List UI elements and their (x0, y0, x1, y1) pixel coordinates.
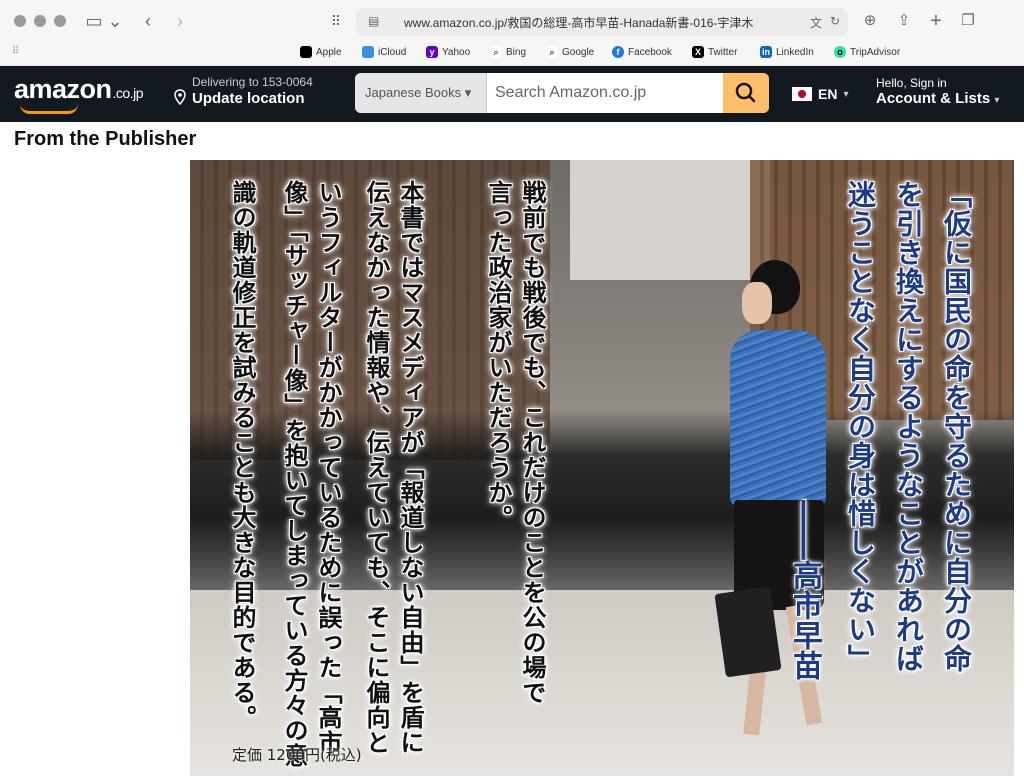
url-text[interactable]: www.amazon.co.jp/救国の総理-高市早苗-Hanada新書-016… (404, 14, 754, 31)
body-column-5: いうフィルターがかかっているために誤った「高市 (314, 180, 342, 755)
back-icon[interactable]: ‹ (138, 9, 158, 33)
bookmark-icloud[interactable]: iCloud (362, 46, 406, 58)
share-icon[interactable]: ⇪ (894, 9, 914, 33)
minimize-window-icon[interactable] (34, 15, 46, 27)
cloud-icon (362, 46, 374, 58)
tab-overview-icon[interactable]: ⠿ (326, 9, 346, 33)
apple-icon (300, 46, 312, 58)
search-button[interactable] (723, 73, 769, 113)
zoom-window-icon[interactable] (54, 15, 66, 27)
bookmark-facebook[interactable]: f Facebook (612, 46, 672, 58)
bookmark-tripadvisor[interactable]: o TripAdvisor (834, 46, 900, 58)
bookmark-yahoo[interactable]: y Yahoo (426, 46, 470, 58)
linkedin-icon: in (760, 46, 772, 58)
search-input[interactable] (487, 73, 723, 113)
search-category-select[interactable]: Japanese Books ▾ (355, 73, 487, 113)
body-column-1: 戦前でも戦後でも、これだけのことを公の場で (518, 180, 546, 705)
bookmark-linkedin[interactable]: in LinkedIn (760, 46, 814, 58)
section-title: From the Publisher (14, 128, 197, 150)
amazon-nav-bar: amazon.co.jp Delivering to 153-0064 Upda… (0, 66, 1024, 122)
quote-author: ――高市早苗 (787, 500, 822, 680)
page-menu-icon[interactable]: ▤ (368, 14, 379, 28)
location-pin-icon (174, 89, 186, 105)
bookmark-google[interactable]: ⌕ Google (546, 46, 594, 58)
body-column-2: 言った政治家がいただろうか。 (484, 180, 512, 530)
window-controls[interactable] (14, 15, 66, 27)
quote-column-1: 「仮に国民の命を守るために自分の命 (940, 180, 973, 673)
reload-icon[interactable]: ↻ (830, 14, 840, 28)
sidebar-toggle-icon[interactable]: ▭ ⌄ (84, 9, 124, 33)
address-bar[interactable]: ▤ www.amazon.co.jp/救国の総理-高市早苗-Hanada新書-0… (356, 8, 848, 36)
amazon-logo[interactable]: amazon.co.jp (14, 74, 144, 105)
price-label: 定価 1200円(税込) (232, 746, 362, 764)
bookmark-apple[interactable]: Apple (300, 46, 342, 58)
bookmarks-bar: ⠿ Apple iCloud y Yahoo ⌕ Bing ⌕ Google f Fac… (0, 44, 1024, 64)
language-selector[interactable]: EN ▾ (792, 86, 848, 102)
japan-flag-icon (792, 87, 812, 101)
bookmark-bing[interactable]: ⌕ Bing (490, 46, 526, 58)
account-lists-menu[interactable]: Hello, Sign in Account & Lists ▾ (876, 76, 999, 107)
search-icon: ⌕ (546, 46, 558, 58)
search-icon (735, 82, 756, 103)
yahoo-icon: y (426, 46, 438, 58)
body-column-6: 像」「サッチャー像」を抱いてしまっている方々の意 (280, 180, 308, 768)
caret-down-icon: ▾ (843, 88, 849, 100)
x-icon: X (692, 46, 704, 58)
amazon-smile-icon (20, 104, 78, 114)
apps-grid-icon[interactable]: ⠿ (12, 46, 19, 57)
body-column-3: 本書ではマスメディアが「報道しない自由」を盾に (396, 180, 424, 755)
owl-icon: o (834, 46, 846, 58)
close-window-icon[interactable] (14, 15, 26, 27)
bookmark-twitter[interactable]: X Twitter (692, 46, 737, 58)
forward-icon[interactable]: › (170, 9, 190, 33)
translate-icon[interactable]: 文 (810, 14, 822, 31)
search-bar: Japanese Books ▾ (355, 73, 769, 113)
body-column-4: 伝えなかった情報や、伝えていても、そこに偏向と (362, 180, 390, 755)
publisher-banner-image: 「仮に国民の命を守るために自分の命 を引き換えにするようなことがあれば 迷うこと… (190, 160, 1014, 776)
browser-toolbar: ▭ ⌄ ‹ › ⠿ ▤ www.amazon.co.jp/救国の総理-高市早苗-… (0, 0, 1024, 66)
download-icon[interactable]: ⊕ (860, 9, 880, 33)
quote-column-3: 迷うことなく自分の身は惜しくない」 (844, 180, 877, 673)
caret-down-icon: ▾ (994, 95, 1000, 106)
new-tab-icon[interactable]: + (926, 9, 946, 33)
facebook-icon: f (612, 46, 624, 58)
caret-down-icon: ▾ (464, 85, 472, 100)
quote-column-2: を引き換えにするようなことがあれば (892, 180, 925, 673)
search-icon: ⌕ (490, 46, 502, 58)
body-column-7: 識の軌道修正を試みることも大きな目的である。 (228, 180, 256, 730)
tabs-icon[interactable]: ❐ (958, 9, 978, 33)
